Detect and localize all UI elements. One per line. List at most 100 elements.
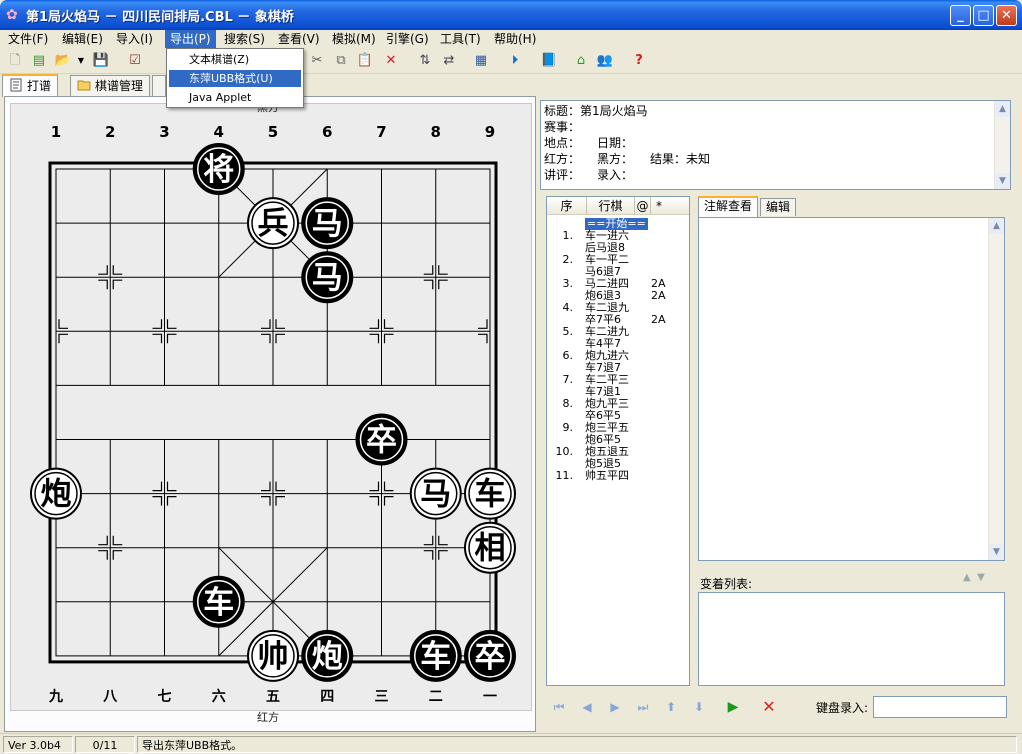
last-move-icon[interactable]: ⏭ [634,698,652,716]
menu-tools[interactable]: 工具(T) [435,30,486,48]
grid-icon[interactable]: ▦ [472,52,490,70]
export-ubb-item[interactable]: 东萍UBB格式(U) [169,70,301,87]
event-label: 赛事： [544,120,581,134]
keyboard-input[interactable] [873,696,1007,718]
date-label: 日期： [597,136,634,150]
checklist-icon[interactable]: ☑ [126,52,144,70]
cut-icon[interactable]: ✂ [308,52,326,70]
piece-label: 将 [203,152,234,188]
piece-label: 兵 [258,206,289,242]
position-marker [369,481,380,492]
game-info-panel: 标题：第1局火焰马 赛事： 地点： 日期： 红方： 黑方： 结果： 未知 讲评：… [540,100,1011,190]
play-circle-icon[interactable]: ⏵ [506,52,524,70]
open-folder-icon[interactable]: 📂 [54,52,72,70]
menu-edit[interactable]: 编辑(E) [57,30,108,48]
delete-icon[interactable]: ✕ [382,52,400,70]
users-icon[interactable]: 👥 [596,52,614,70]
col-index[interactable]: 序 [547,197,587,215]
tab-view-comment[interactable]: 注解查看 [698,196,759,217]
export-text-item[interactable]: 文本棋谱(Z) [169,51,301,68]
save-icon[interactable]: 💾 [92,52,110,70]
flip-horizontal-icon[interactable]: ⇄ [440,52,458,70]
piece-black[interactable]: 卒 [355,413,408,466]
menu-bar: 文件(F) 编辑(E) 导入(I) 导出(P) 搜索(S) 查看(V) 模拟(M… [0,30,1022,48]
xiangqi-board[interactable]: 1 2 3 4 5 6 7 8 9九八七六五四三二一将兵 马马卒炮马车相车帅炮车卒 [5,97,535,731]
up-variation-icon[interactable]: ⬆ [662,698,680,716]
next-move-icon[interactable]: ▶ [606,698,624,716]
tab-edit-comment[interactable]: 编辑 [760,198,797,216]
arrow-down-icon[interactable]: ▼ [977,572,985,583]
book-icon[interactable]: 📘 [540,52,558,70]
position-marker [166,319,177,329]
comment-tabs: 注解查看 编辑 [696,196,1011,217]
piece-red[interactable]: 兵 [247,197,299,250]
piece-red[interactable]: 炮 [30,467,82,520]
minimize-button[interactable]: _ [950,5,971,26]
menu-search[interactable]: 搜索(S) [219,30,270,48]
scroll-up-icon[interactable]: ▲ [995,101,1010,117]
prev-move-icon[interactable]: ◀ [578,698,596,716]
position-marker [383,333,394,344]
piece-black[interactable]: 车 [192,575,245,628]
col-star[interactable]: * [651,197,667,215]
scroll-down-icon[interactable]: ▼ [989,544,1004,560]
piece-red[interactable]: 帅 [247,629,299,682]
close-button[interactable]: ✕ [996,5,1017,26]
file-number-bottom: 八 [102,689,118,705]
menu-import[interactable]: 导入(I) [111,30,158,48]
piece-black[interactable]: 马 [301,251,354,304]
menu-engine[interactable]: 引擎(G) [381,30,434,48]
scroll-up-icon[interactable]: ▲ [989,218,1004,234]
new-file-icon[interactable]: 🗋 [6,52,24,70]
piece-red[interactable]: 车 [464,467,516,520]
comment-area[interactable]: ▲ ▼ [698,217,1005,561]
piece-label: 卒 [366,423,397,459]
tab-play[interactable]: 打谱 [2,74,59,97]
menu-view[interactable]: 查看(V) [273,30,325,48]
menu-simulate[interactable]: 模拟(M) [327,30,381,48]
new-list-icon[interactable]: ▤ [30,52,48,70]
file-number-top: 8 [431,123,441,141]
move-text: 帅五平四 [585,469,629,482]
help-icon[interactable]: ? [630,52,648,70]
piece-black[interactable]: 将 [192,143,245,195]
recorder-label: 录入： [597,168,634,182]
move-row[interactable]: 11. 帅五平四 [547,470,689,482]
menu-file[interactable]: 文件(F) [3,30,53,48]
comment-scrollbar[interactable]: ▲ ▼ [988,218,1004,560]
scroll-down-icon[interactable]: ▼ [995,173,1010,189]
first-move-icon[interactable]: ⏮ [550,698,568,716]
flip-vertical-icon[interactable]: ⇅ [416,52,434,70]
move-number: 10. [555,445,574,458]
piece-label: 炮 [41,477,72,513]
tab-more[interactable] [152,75,166,96]
position-marker [261,333,271,344]
menu-export[interactable]: 导出(P) [165,30,216,48]
export-java-item[interactable]: Java Applet [169,89,301,106]
chevron-down-icon[interactable]: ▼ [72,52,90,70]
commentator-label: 讲评： [544,168,581,182]
piece-red[interactable]: 马 [409,467,462,520]
piece-red[interactable]: 相 [464,521,516,574]
play-icon[interactable]: ▶ [724,698,742,716]
piece-black[interactable]: 卒 [464,629,516,682]
down-variation-icon[interactable]: ⬇ [690,698,708,716]
info-scrollbar[interactable]: ▲ ▼ [994,101,1010,189]
piece-label: 马 [420,477,451,513]
copy-icon[interactable]: ⧉ [332,52,350,70]
stop-icon[interactable]: ✕ [760,698,778,716]
piece-black[interactable]: 车 [409,629,462,682]
piece-black[interactable]: 马 [301,197,354,250]
variation-arrows[interactable]: ▲ ▼ [963,572,985,583]
col-at[interactable]: @ [635,197,651,215]
arrow-up-icon[interactable]: ▲ [963,572,971,583]
col-move[interactable]: 行棋 [587,197,635,215]
home-icon[interactable]: ⌂ [572,52,590,70]
piece-black[interactable]: 炮 [301,629,354,682]
variation-list[interactable] [698,592,1005,686]
variation-label: 变着列表: [700,577,753,591]
tab-manage[interactable]: 棋谱管理 [70,75,151,96]
paste-icon[interactable]: 📋 [356,52,374,70]
maximize-button[interactable]: □ [973,5,994,26]
menu-help[interactable]: 帮助(H) [489,30,541,48]
